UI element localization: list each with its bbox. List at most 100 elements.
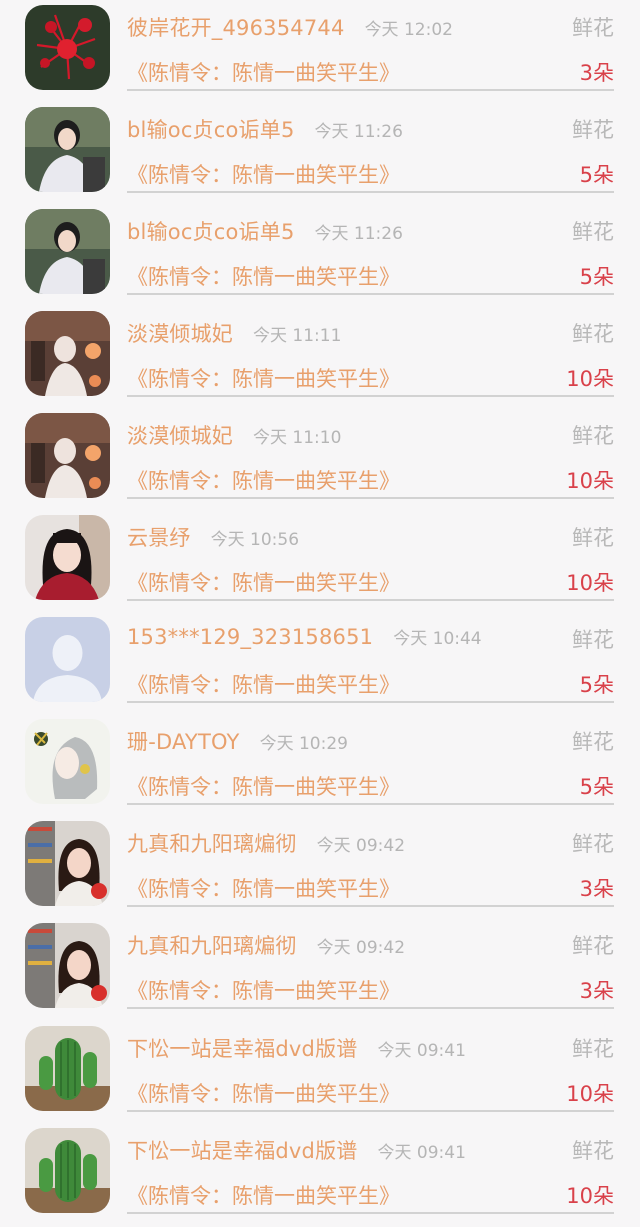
row-divider [127, 599, 614, 601]
girl-portrait-icon[interactable] [25, 515, 110, 600]
gift-type-label: 鲜花 [572, 424, 614, 448]
gift-count: 5朵 [579, 163, 614, 187]
user-name[interactable]: 珊-DAYTOY 今天 10:29 [127, 726, 348, 756]
user-name[interactable]: bl输oc贞co诟单5 今天 11:26 [127, 114, 403, 144]
user-name[interactable]: 下忪一站是幸福dvd版谱 今天 09:41 [127, 1033, 466, 1063]
user-name[interactable]: 淡漠倾城妃 今天 11:10 [127, 420, 341, 450]
book-title-link[interactable]: 《陈情令：陈情一曲笑平生》 [127, 1180, 400, 1210]
user-name-text[interactable]: 彼岸花开_496354744 [127, 16, 345, 40]
gift-count: 5朵 [579, 673, 614, 697]
book-title-link[interactable]: 《陈情令：陈情一曲笑平生》 [127, 567, 400, 597]
row-divider [127, 191, 614, 193]
user-name[interactable]: 九真和九阳璃煸彻 今天 09:42 [127, 930, 405, 960]
user-name[interactable]: 九真和九阳璃煸彻 今天 09:42 [127, 828, 405, 858]
row-divider [127, 89, 614, 91]
book-title-link[interactable]: 《陈情令：陈情一曲笑平生》 [127, 159, 400, 189]
gift-count: 3朵 [579, 61, 614, 85]
gift-type-label: 鲜花 [572, 730, 614, 754]
gift-record-list: 彼岸花开_496354744 今天 12:02 鲜花 《陈情令：陈情一曲笑平生》 … [0, 0, 640, 1215]
book-title-link[interactable]: 《陈情令：陈情一曲笑平生》 [127, 1078, 400, 1108]
book-title-link[interactable]: 《陈情令：陈情一曲笑平生》 [127, 261, 400, 291]
gift-record-row[interactable]: 九真和九阳璃煸彻 今天 09:42 鲜花 《陈情令：陈情一曲笑平生》 3朵 [0, 818, 640, 920]
gift-type-label: 鲜花 [572, 16, 614, 40]
gift-count: 5朵 [579, 265, 614, 289]
book-title-link[interactable]: 《陈情令：陈情一曲笑平生》 [127, 873, 400, 903]
user-name-text[interactable]: 九真和九阳璃煸彻 [127, 934, 297, 958]
gift-record-row[interactable]: bl输oc贞co诟单5 今天 11:26 鲜花 《陈情令：陈情一曲笑平生》 5朵 [0, 104, 640, 206]
gift-record-row[interactable]: 九真和九阳璃煸彻 今天 09:42 鲜花 《陈情令：陈情一曲笑平生》 3朵 [0, 920, 640, 1022]
user-name-text[interactable]: 下忪一站是幸福dvd版谱 [127, 1139, 358, 1163]
gift-time: 今天 11:11 [253, 326, 342, 346]
gift-time: 今天 11:26 [314, 122, 403, 142]
row-divider [127, 701, 614, 703]
default-user-icon[interactable] [25, 617, 110, 702]
row-divider [127, 395, 614, 397]
row-divider [127, 1212, 614, 1214]
gift-record-row[interactable]: 淡漠倾城妃 今天 11:11 鲜花 《陈情令：陈情一曲笑平生》 10朵 [0, 308, 640, 410]
costume-figure-icon[interactable] [25, 311, 110, 396]
user-name[interactable]: 云景纾 今天 10:56 [127, 522, 299, 552]
book-title-link[interactable]: 《陈情令：陈情一曲笑平生》 [127, 363, 400, 393]
gift-time: 今天 10:44 [393, 629, 482, 649]
user-name[interactable]: 下忪一站是幸福dvd版谱 今天 09:41 [127, 1135, 466, 1165]
user-name-text[interactable]: 珊-DAYTOY [127, 730, 240, 754]
user-name-text[interactable]: 九真和九阳璃煸彻 [127, 832, 297, 856]
gift-type-label: 鲜花 [572, 628, 614, 652]
gift-type-label: 鲜花 [572, 934, 614, 958]
user-name-text[interactable]: 淡漠倾城妃 [127, 424, 233, 448]
girl-portrait-icon[interactable] [25, 209, 110, 294]
user-name-text[interactable]: bl输oc贞co诟单5 [127, 118, 295, 142]
anime-girl-icon[interactable] [25, 719, 110, 804]
cactus-icon[interactable] [25, 1128, 110, 1213]
user-name-text[interactable]: 下忪一站是幸福dvd版谱 [127, 1037, 358, 1061]
cactus-icon[interactable] [25, 1026, 110, 1111]
gift-record-row[interactable]: 下忪一站是幸福dvd版谱 今天 09:41 鲜花 《陈情令：陈情一曲笑平生》 10… [0, 1023, 640, 1125]
gift-type-label: 鲜花 [572, 526, 614, 550]
gift-type-label: 鲜花 [572, 1139, 614, 1163]
user-name[interactable]: 153***129_323158651 今天 10:44 [127, 624, 482, 649]
gift-count: 10朵 [566, 367, 614, 391]
user-name-text[interactable]: 云景纾 [127, 526, 191, 550]
gift-record-row[interactable]: 下忪一站是幸福dvd版谱 今天 09:41 鲜花 《陈情令：陈情一曲笑平生》 10… [0, 1125, 640, 1227]
gift-time: 今天 09:41 [377, 1143, 466, 1163]
row-divider [127, 803, 614, 805]
gift-count: 3朵 [579, 979, 614, 1003]
girl-portrait-icon[interactable] [25, 107, 110, 192]
user-name-text[interactable]: 153***129_323158651 [127, 625, 373, 649]
girl-portrait-icon[interactable] [25, 923, 110, 1008]
row-divider [127, 1110, 614, 1112]
gift-count: 10朵 [566, 1184, 614, 1208]
gift-time: 今天 10:56 [210, 530, 300, 550]
row-divider [127, 905, 614, 907]
user-name[interactable]: 彼岸花开_496354744 今天 12:02 [127, 12, 453, 42]
book-title-link[interactable]: 《陈情令：陈情一曲笑平生》 [127, 975, 400, 1005]
gift-time: 今天 11:26 [314, 224, 403, 244]
girl-portrait-icon[interactable] [25, 821, 110, 906]
book-title-link[interactable]: 《陈情令：陈情一曲笑平生》 [127, 669, 400, 699]
gift-time: 今天 09:42 [316, 938, 406, 958]
user-name-text[interactable]: bl输oc贞co诟单5 [127, 220, 295, 244]
user-name[interactable]: 淡漠倾城妃 今天 11:11 [127, 318, 341, 348]
gift-count: 3朵 [579, 877, 614, 901]
gift-record-row[interactable]: 云景纾 今天 10:56 鲜花 《陈情令：陈情一曲笑平生》 10朵 [0, 512, 640, 614]
book-title-link[interactable]: 《陈情令：陈情一曲笑平生》 [127, 57, 400, 87]
red-flower-icon[interactable] [25, 5, 110, 90]
book-title-link[interactable]: 《陈情令：陈情一曲笑平生》 [127, 465, 400, 495]
gift-count: 10朵 [566, 1082, 614, 1106]
gift-type-label: 鲜花 [572, 220, 614, 244]
book-title-link[interactable]: 《陈情令：陈情一曲笑平生》 [127, 771, 400, 801]
gift-record-row[interactable]: 153***129_323158651 今天 10:44 鲜花 《陈情令：陈情一曲… [0, 614, 640, 716]
gift-time: 今天 12:02 [364, 20, 453, 40]
gift-count: 10朵 [566, 571, 614, 595]
gift-record-row[interactable]: 淡漠倾城妃 今天 11:10 鲜花 《陈情令：陈情一曲笑平生》 10朵 [0, 410, 640, 512]
gift-type-label: 鲜花 [572, 322, 614, 346]
costume-figure-icon[interactable] [25, 413, 110, 498]
user-name-text[interactable]: 淡漠倾城妃 [127, 322, 233, 346]
user-name[interactable]: bl输oc贞co诟单5 今天 11:26 [127, 216, 403, 246]
gift-time: 今天 09:41 [377, 1041, 466, 1061]
gift-record-row[interactable]: 彼岸花开_496354744 今天 12:02 鲜花 《陈情令：陈情一曲笑平生》 … [0, 2, 640, 104]
gift-count: 10朵 [566, 469, 614, 493]
row-divider [127, 293, 614, 295]
gift-record-row[interactable]: 珊-DAYTOY 今天 10:29 鲜花 《陈情令：陈情一曲笑平生》 5朵 [0, 716, 640, 818]
gift-record-row[interactable]: bl输oc贞co诟单5 今天 11:26 鲜花 《陈情令：陈情一曲笑平生》 5朵 [0, 206, 640, 308]
